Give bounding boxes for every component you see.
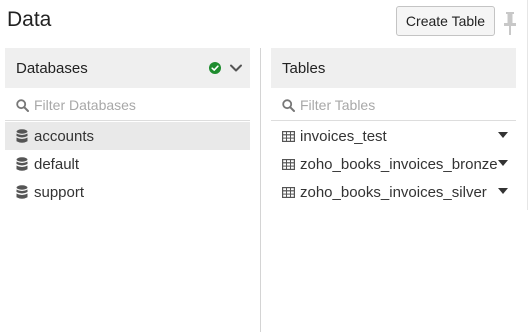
right-edge-divider <box>527 0 528 210</box>
create-table-button[interactable]: Create Table <box>396 6 495 36</box>
table-item-invoices-test[interactable]: invoices_test <box>271 122 516 150</box>
pin-icon[interactable] <box>503 12 517 36</box>
table-item-zoho-books-invoices-bronze[interactable]: zoho_books_invoices_bronze <box>271 150 516 178</box>
tables-list: invoices_test zoho_books_invoices_bronze <box>271 122 516 206</box>
tables-title: Tables <box>282 59 326 77</box>
database-icon <box>16 156 28 171</box>
data-page: Data Create Table Databases Filter Datab… <box>0 0 531 332</box>
caret-down-icon[interactable] <box>498 132 508 138</box>
database-item-default[interactable]: default <box>5 150 250 178</box>
table-item-label: zoho_books_invoices_silver <box>300 183 487 201</box>
table-item-zoho-books-invoices-silver[interactable]: zoho_books_invoices_silver <box>271 178 516 206</box>
database-item-accounts[interactable]: accounts <box>5 122 250 150</box>
databases-list: accounts default support <box>5 122 250 206</box>
search-icon <box>16 98 29 112</box>
database-item-label: accounts <box>34 127 95 145</box>
tables-header: Tables <box>271 48 516 88</box>
page-title: Data <box>7 8 52 31</box>
panel-splitter[interactable] <box>260 48 261 332</box>
table-item-label: invoices_test <box>300 127 387 145</box>
databases-title: Databases <box>16 59 88 77</box>
database-item-label: default <box>34 155 80 173</box>
search-icon <box>282 98 295 112</box>
database-icon <box>16 184 28 199</box>
chevron-down-icon[interactable] <box>229 61 243 75</box>
table-filter[interactable] <box>282 94 480 116</box>
table-filter-input[interactable] <box>300 97 480 113</box>
caret-down-icon[interactable] <box>498 160 508 166</box>
check-circle-icon <box>209 62 221 74</box>
database-item-label: support <box>34 183 85 201</box>
databases-filter-divider <box>5 120 250 121</box>
table-item-label: zoho_books_invoices_bronze <box>300 155 498 173</box>
table-icon <box>282 158 295 170</box>
databases-header: Databases <box>5 48 250 88</box>
tables-filter-divider <box>271 120 516 121</box>
database-icon <box>16 128 28 143</box>
database-filter-input[interactable] <box>34 97 214 113</box>
database-filter[interactable] <box>16 94 214 116</box>
database-item-support[interactable]: support <box>5 178 250 206</box>
caret-down-icon[interactable] <box>498 188 508 194</box>
table-icon <box>282 130 295 142</box>
table-icon <box>282 186 295 198</box>
